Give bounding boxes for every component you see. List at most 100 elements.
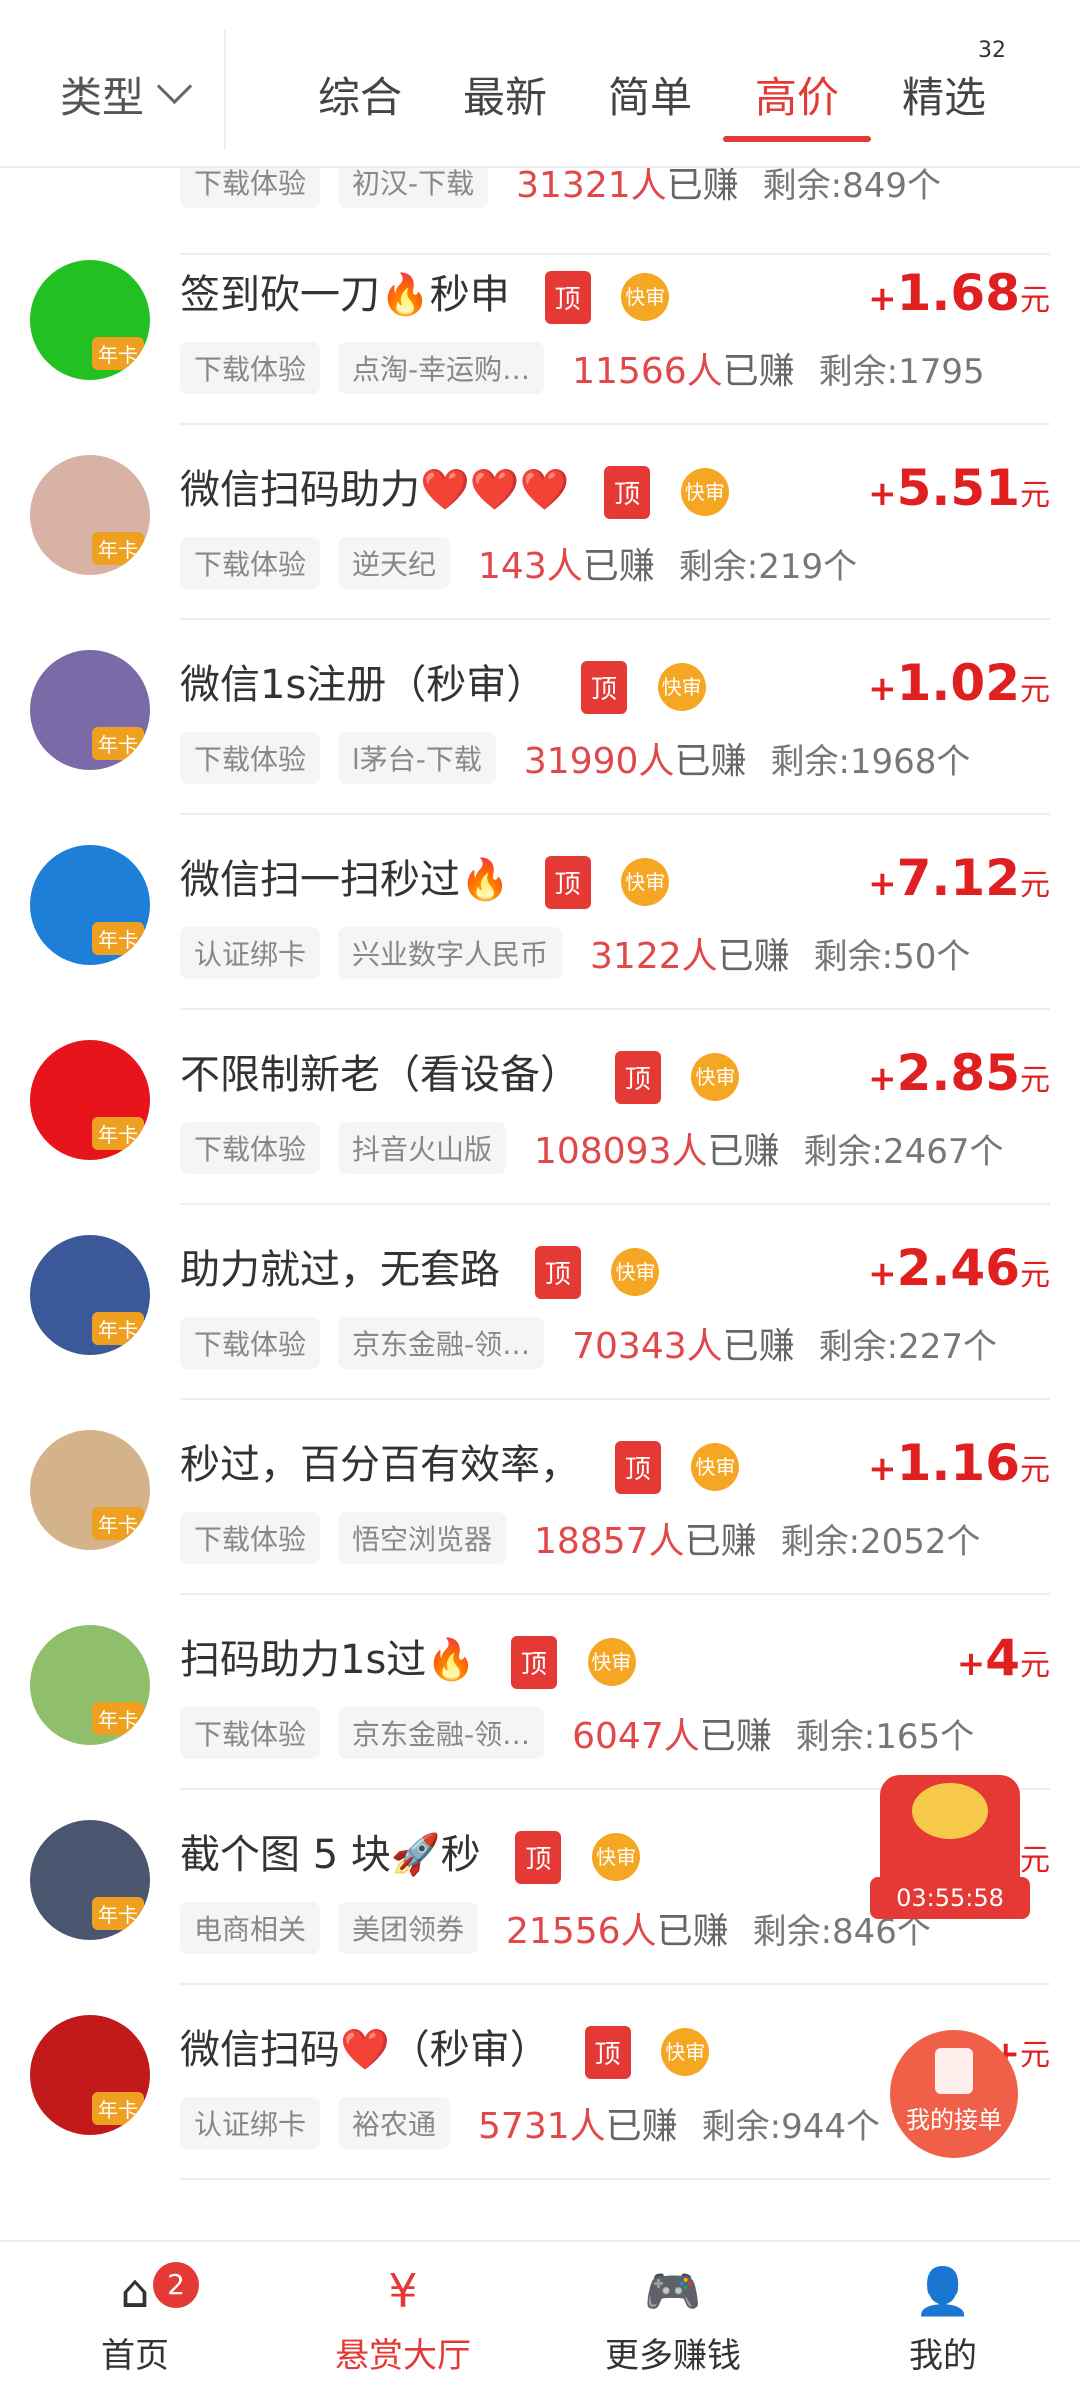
task-app-chip: 美团领券: [338, 1902, 479, 1954]
task-category-chip: 下载体验: [180, 1707, 321, 1759]
task-title: 微信扫码❤️（秒审）: [180, 2027, 550, 2073]
pinned-tag: 顶: [584, 2025, 631, 2079]
fast-review-tag: 快审: [621, 273, 670, 321]
task-reward-price: +1.68元: [868, 264, 1050, 322]
nav-more-earn[interactable]: 🎮 更多赚钱: [573, 2262, 773, 2377]
pinned-tag: 顶: [581, 660, 628, 714]
task-app-chip: l茅台-下载: [338, 732, 496, 784]
task-title: 微信1s注册（秒审）: [180, 662, 547, 708]
task-category-chip: 下载体验: [180, 732, 321, 784]
tab-simple[interactable]: 简单: [608, 64, 692, 125]
tab-featured[interactable]: 精选: [902, 64, 986, 125]
task-app-chip: 京东金融-领…: [338, 1317, 545, 1369]
task-category-chip: 下载体验: [180, 1512, 321, 1564]
task-item[interactable]: 年卡 微信扫码助力❤️❤️❤️ 顶 快审 下载体验 逆天纪 143人已赚 剩余:…: [0, 425, 1080, 620]
remaining-count: 剩余:1795: [818, 351, 985, 392]
task-category-chip: 电商相关: [180, 1902, 321, 1954]
task-avatar: 年卡: [30, 845, 150, 965]
earned-count: 3122人已赚: [590, 936, 790, 977]
nav-home-label: 首页: [101, 2336, 169, 2376]
pinned-tag: 顶: [544, 270, 591, 324]
task-item[interactable]: 年卡 不限制新老（看设备） 顶 快审 下载体验 抖音火山版 108093人已赚 …: [0, 1010, 1080, 1205]
remaining-count: 剩余:50个: [813, 936, 971, 977]
pinned-tag: 顶: [515, 1830, 562, 1884]
task-title-row: 秒过，百分百有效率， 顶 快审: [180, 1432, 740, 1494]
red-packet-float-button[interactable]: 03:55:58: [870, 1775, 1030, 1919]
nav-reward-hall[interactable]: ¥ 悬赏大厅: [303, 2262, 503, 2377]
annual-card-badge: 年卡: [92, 532, 144, 565]
task-category-chip: 下载体验: [180, 1317, 321, 1369]
remaining-count: 剩余:944个: [701, 2106, 881, 2147]
nav-reward-hall-label: 悬赏大厅: [335, 2336, 471, 2376]
remaining-count: 剩余:2052个: [780, 1521, 981, 1562]
task-avatar: 年卡: [30, 260, 150, 380]
pinned-tag: 顶: [534, 1245, 581, 1299]
task-item[interactable]: 年卡 助力就过，无套路 顶 快审 下载体验 京东金融-领… 70343人已赚 剩…: [0, 1205, 1080, 1400]
tab-high-price[interactable]: 高价: [755, 64, 839, 125]
task-avatar: 年卡: [30, 1430, 150, 1550]
task-category-chip: 认证绑卡: [180, 927, 321, 979]
fast-review-tag: 快审: [621, 858, 670, 906]
remaining-count: 剩余:227个: [818, 1326, 998, 1367]
bottom-navigation: ⌂ 首页 2 ¥ 悬赏大厅 🎮 更多赚钱 👤 我的: [0, 2240, 1080, 2402]
task-avatar: 年卡: [30, 1235, 150, 1355]
task-app-chip: 抖音火山版: [338, 1122, 507, 1174]
fast-review-tag: 快审: [611, 1248, 660, 1296]
annual-card-badge: 年卡: [92, 1507, 144, 1540]
task-title-row: 微信1s注册（秒审） 顶 快审: [180, 652, 706, 714]
gamepad-icon: 🎮: [644, 2264, 702, 2318]
tab-latest[interactable]: 最新: [463, 64, 547, 125]
task-item[interactable]: 年卡 微信1s注册（秒审） 顶 快审 下载体验 l茅台-下载 31990人已赚 …: [0, 620, 1080, 815]
nav-home[interactable]: ⌂ 首页 2: [35, 2262, 235, 2377]
task-reward-price: +1.02元: [868, 654, 1050, 712]
task-reward-price: +7.12元: [868, 849, 1050, 907]
remaining-count: 剩余:165个: [795, 1716, 975, 1757]
tab-comprehensive[interactable]: 综合: [318, 64, 402, 125]
task-avatar: 年卡: [30, 1820, 150, 1940]
task-item[interactable]: 年卡 扫码助力1s过🔥 顶 快审 下载体验 京东金融-领… 6047人已赚 剩余…: [0, 1595, 1080, 1790]
user-icon: 👤: [914, 2264, 972, 2318]
remaining-count: 剩余:219个: [678, 546, 858, 587]
top-filter-bar: 类型 综合 最新 简单 高价 精选 32: [0, 0, 1080, 168]
task-title: 微信扫码助力❤️❤️❤️: [180, 467, 570, 513]
earned-count: 5731人已赚: [478, 2106, 678, 2147]
task-reward-price: +5.51元: [868, 459, 1050, 517]
nav-mine[interactable]: 👤 我的: [843, 2262, 1043, 2377]
task-avatar: 年卡: [30, 1040, 150, 1160]
annual-card-badge: 年卡: [92, 1702, 144, 1735]
task-app-chip: 点淘-幸运购…: [338, 342, 545, 394]
pinned-tag: 顶: [510, 1635, 557, 1689]
earned-count: 31990人已赚: [523, 741, 747, 782]
yuan-icon: ¥: [388, 2264, 418, 2318]
task-title-row: 助力就过，无套路 顶 快审: [180, 1237, 660, 1299]
task-title-row: 微信扫码❤️（秒审） 顶 快审: [180, 2017, 710, 2079]
task-app-chip: 裕农通: [338, 2097, 451, 2149]
task-title-row: 签到砍一刀🔥秒申 顶 快审: [180, 262, 670, 324]
earned-count: 143人已赚: [478, 546, 655, 587]
my-orders-float-button[interactable]: 我的接单: [890, 2030, 1018, 2158]
task-title: 助力就过，无套路: [180, 1247, 500, 1293]
task-title-row: 扫码助力1s过🔥 顶 快审: [180, 1627, 636, 1689]
task-title: 不限制新老（看设备）: [180, 1052, 580, 1098]
task-avatar: 年卡: [30, 650, 150, 770]
task-item[interactable]: 年卡 微信扫一扫秒过🔥 顶 快审 认证绑卡 兴业数字人民币 3122人已赚 剩余…: [0, 815, 1080, 1010]
task-app-chip: 悟空浏览器: [338, 1512, 507, 1564]
annual-card-badge: 年卡: [92, 1897, 144, 1930]
task-reward-price: +2.46元: [868, 1239, 1050, 1297]
task-title: 秒过，百分百有效率，: [180, 1442, 580, 1488]
task-item[interactable]: 年卡 签到砍一刀🔥秒申 顶 快审 下载体验 点淘-幸运购… 11566人已赚 剩…: [0, 230, 1080, 425]
featured-count-badge: 32: [978, 38, 1006, 63]
annual-card-badge: 年卡: [92, 337, 144, 370]
task-category-chip: 下载体验: [180, 537, 321, 589]
earned-count: 70343人已赚: [572, 1326, 795, 1367]
nav-more-earn-label: 更多赚钱: [605, 2336, 741, 2376]
task-item[interactable]: 年卡 秒过，百分百有效率， 顶 快审 下载体验 悟空浏览器 18857人已赚 剩…: [0, 1400, 1080, 1595]
pinned-tag: 顶: [544, 855, 591, 909]
fast-review-tag: 快审: [587, 1638, 636, 1686]
task-app-chip: 兴业数字人民币: [338, 927, 563, 979]
home-icon: ⌂: [120, 2264, 150, 2318]
task-app-chip: 逆天纪: [338, 537, 451, 589]
earned-count: 108093人已赚: [534, 1131, 780, 1172]
task-app-chip: 京东金融-领…: [338, 1707, 545, 1759]
fast-review-tag: 快审: [657, 663, 706, 711]
